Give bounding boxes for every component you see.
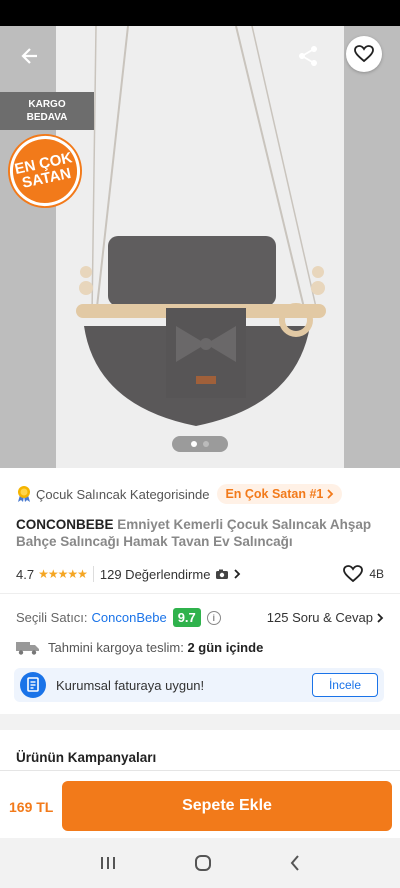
truck-icon xyxy=(16,641,39,655)
rating-stars: ★★★★★ xyxy=(38,567,88,581)
chevron-right-icon xyxy=(234,569,241,579)
price: 169 TL xyxy=(9,799,54,815)
camera-icon xyxy=(216,569,229,579)
delivery-label: Tahmini kargoya teslim: xyxy=(48,640,184,655)
system-navigation-bar xyxy=(0,838,400,888)
recent-apps-icon[interactable] xyxy=(99,855,117,871)
favorite-count-value: 4B xyxy=(369,567,384,581)
seller-label: Seçili Satıcı: xyxy=(16,610,88,625)
seller-score-badge: 9.7 xyxy=(172,608,201,627)
qa-count: 125 Soru & Cevap xyxy=(266,610,373,625)
heart-icon xyxy=(343,565,364,583)
reviews-count: 129 Değerlendirme xyxy=(99,566,211,582)
swing-illustration xyxy=(76,26,326,426)
rating-separator xyxy=(92,566,94,582)
seller-name-link[interactable]: ConconBebe xyxy=(92,610,167,625)
arrow-left-icon xyxy=(21,48,37,64)
inspect-button[interactable]: İncele xyxy=(311,673,378,697)
back-button[interactable] xyxy=(12,38,48,74)
delivery-row: Tahmini kargoya teslim: 2 gün içinde xyxy=(16,640,263,655)
chevron-right-icon xyxy=(377,612,384,623)
free-shipping-text: KARGO BEDAVA xyxy=(26,99,68,123)
product-brand[interactable]: CONCONBEBE xyxy=(16,517,114,532)
add-to-cart-bar: 169 TL Sepete Ekle xyxy=(0,770,400,838)
category-label: Çocuk Salıncak Kategorisinde xyxy=(36,486,210,502)
product-title: CONCONBEBE Emniyet Kemerli Çocuk Salınca… xyxy=(16,516,386,550)
back-nav-icon[interactable] xyxy=(289,854,301,872)
add-to-cart-button[interactable]: Sepete Ekle xyxy=(62,781,392,831)
invoice-text: Kurumsal faturaya uygun! xyxy=(56,677,205,693)
category-rank-row[interactable]: Çocuk Salıncak Kategorisinde En Çok Sata… xyxy=(16,484,343,504)
category-rank-text: En Çok Satan #1 xyxy=(225,487,324,501)
share-button[interactable] xyxy=(290,38,326,74)
reviews-link[interactable]: 129 Değerlendirme xyxy=(100,567,242,582)
pagination-dot-active xyxy=(191,441,197,447)
info-icon[interactable]: i xyxy=(206,610,221,625)
favorite-button[interactable] xyxy=(346,36,382,72)
medal-icon xyxy=(18,486,30,502)
campaign-title: Ürünün Kampanyaları xyxy=(16,750,157,765)
favorite-count[interactable]: 4B xyxy=(343,565,384,583)
product-image xyxy=(56,26,344,468)
product-image-gallery[interactable]: KARGO BEDAVA EN ÇOK SATAN xyxy=(0,26,400,468)
rating-score: 4.7 xyxy=(16,566,35,582)
share-icon xyxy=(299,46,317,66)
category-rank-badge[interactable]: En Çok Satan #1 xyxy=(217,484,343,504)
chevron-right-icon xyxy=(327,489,334,499)
seller-row: Seçili Satıcı: ConconBebe 9.7 i 125 Soru… xyxy=(16,608,384,627)
home-icon[interactable] xyxy=(194,854,212,872)
status-bar xyxy=(0,0,400,26)
free-shipping-badge: KARGO BEDAVA xyxy=(0,92,94,130)
pagination-dot xyxy=(203,441,209,447)
gallery-pagination xyxy=(172,436,228,452)
rating-row: 4.7 ★★★★★ 129 Değerlendirme 4B xyxy=(16,565,384,583)
divider xyxy=(0,593,400,594)
corporate-invoice-banner: Kurumsal faturaya uygun! İncele xyxy=(14,668,384,702)
delivery-value: 2 gün içinde xyxy=(187,640,264,655)
qa-link[interactable]: 125 Soru & Cevap xyxy=(267,610,384,625)
invoice-icon xyxy=(20,672,46,698)
product-info-card: Çocuk Salıncak Kategorisinde En Çok Sata… xyxy=(0,468,400,714)
heart-icon xyxy=(354,45,374,63)
